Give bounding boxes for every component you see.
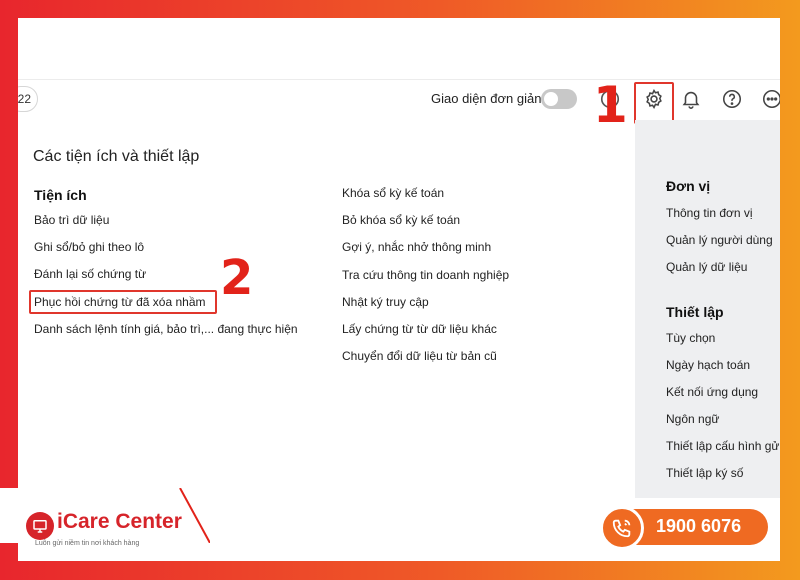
link-access-log[interactable]: Nhật ký truy cập [342,295,429,309]
link-restore-deleted-vouchers[interactable]: Phục hồi chứng từ đã xóa nhầm [34,295,206,309]
link-posting-date[interactable]: Ngày hạch toán [666,358,750,372]
page-chip[interactable]: 22 [18,86,38,112]
phone-icon[interactable] [600,506,644,550]
link-app-connections[interactable]: Kết nối ứng dụng [666,385,758,399]
link-options[interactable]: Tùy chọn [666,331,715,345]
link-unlock-period[interactable]: Bỏ khóa sổ kỳ kế toán [342,213,460,227]
link-lock-period[interactable]: Khóa sổ kỳ kế toán [342,186,444,200]
brand-name: iCare Center [57,510,182,533]
gear-icon[interactable] [642,87,666,111]
link-digital-signature[interactable]: Thiết lập ký số [666,466,743,480]
link-batch-posting[interactable]: Ghi sổ/bỏ ghi theo lô [34,240,144,254]
utilities-heading: Tiện ích [34,187,87,203]
link-data-management[interactable]: Quản lý dữ liệu [666,260,747,274]
simple-mode-toggle[interactable] [541,89,577,109]
link-running-jobs[interactable]: Danh sách lệnh tính giá, bảo trì,... đan… [34,322,298,336]
link-unit-info[interactable]: Thông tin đơn vị [666,206,753,220]
brand-tagline: Luôn gửi niềm tin nơi khách hàng [35,540,140,547]
link-language[interactable]: Ngôn ngữ [666,412,719,426]
hotline-number[interactable]: 1900 6076 [656,516,741,537]
help-icon[interactable] [720,87,744,111]
step-1-callout: 1 [593,76,628,134]
link-send-config[interactable]: Thiết lập cấu hình gửi [666,439,780,453]
link-user-management[interactable]: Quản lý người dùng [666,233,773,247]
link-renumber-vouchers[interactable]: Đánh lại số chứng từ [34,267,146,281]
link-smart-suggestions[interactable]: Gợi ý, nhắc nhở thông minh [342,240,491,254]
link-business-lookup[interactable]: Tra cứu thông tin doanh nghiệp [342,268,509,282]
toggle-knob [544,92,558,106]
monitor-icon [26,512,54,540]
link-convert-old-data[interactable]: Chuyển đổi dữ liệu từ bản cũ [342,349,497,363]
more-icon[interactable] [760,87,780,111]
top-bar [18,18,780,80]
link-import-vouchers[interactable]: Lấy chứng từ từ dữ liệu khác [342,322,497,336]
settings-heading: Thiết lập [666,304,724,320]
simple-mode-label: Giao diện đơn giản [431,91,542,106]
unit-heading: Đơn vị [666,178,711,194]
panel-title: Các tiện ích và thiết lập [33,148,200,165]
app-screen: 22 Giao diện đơn giản Các tiện ích và th… [18,18,780,561]
bell-icon[interactable] [679,87,703,111]
step-2-callout: 2 [220,250,254,306]
link-data-maintenance[interactable]: Bảo trì dữ liệu [34,213,109,227]
